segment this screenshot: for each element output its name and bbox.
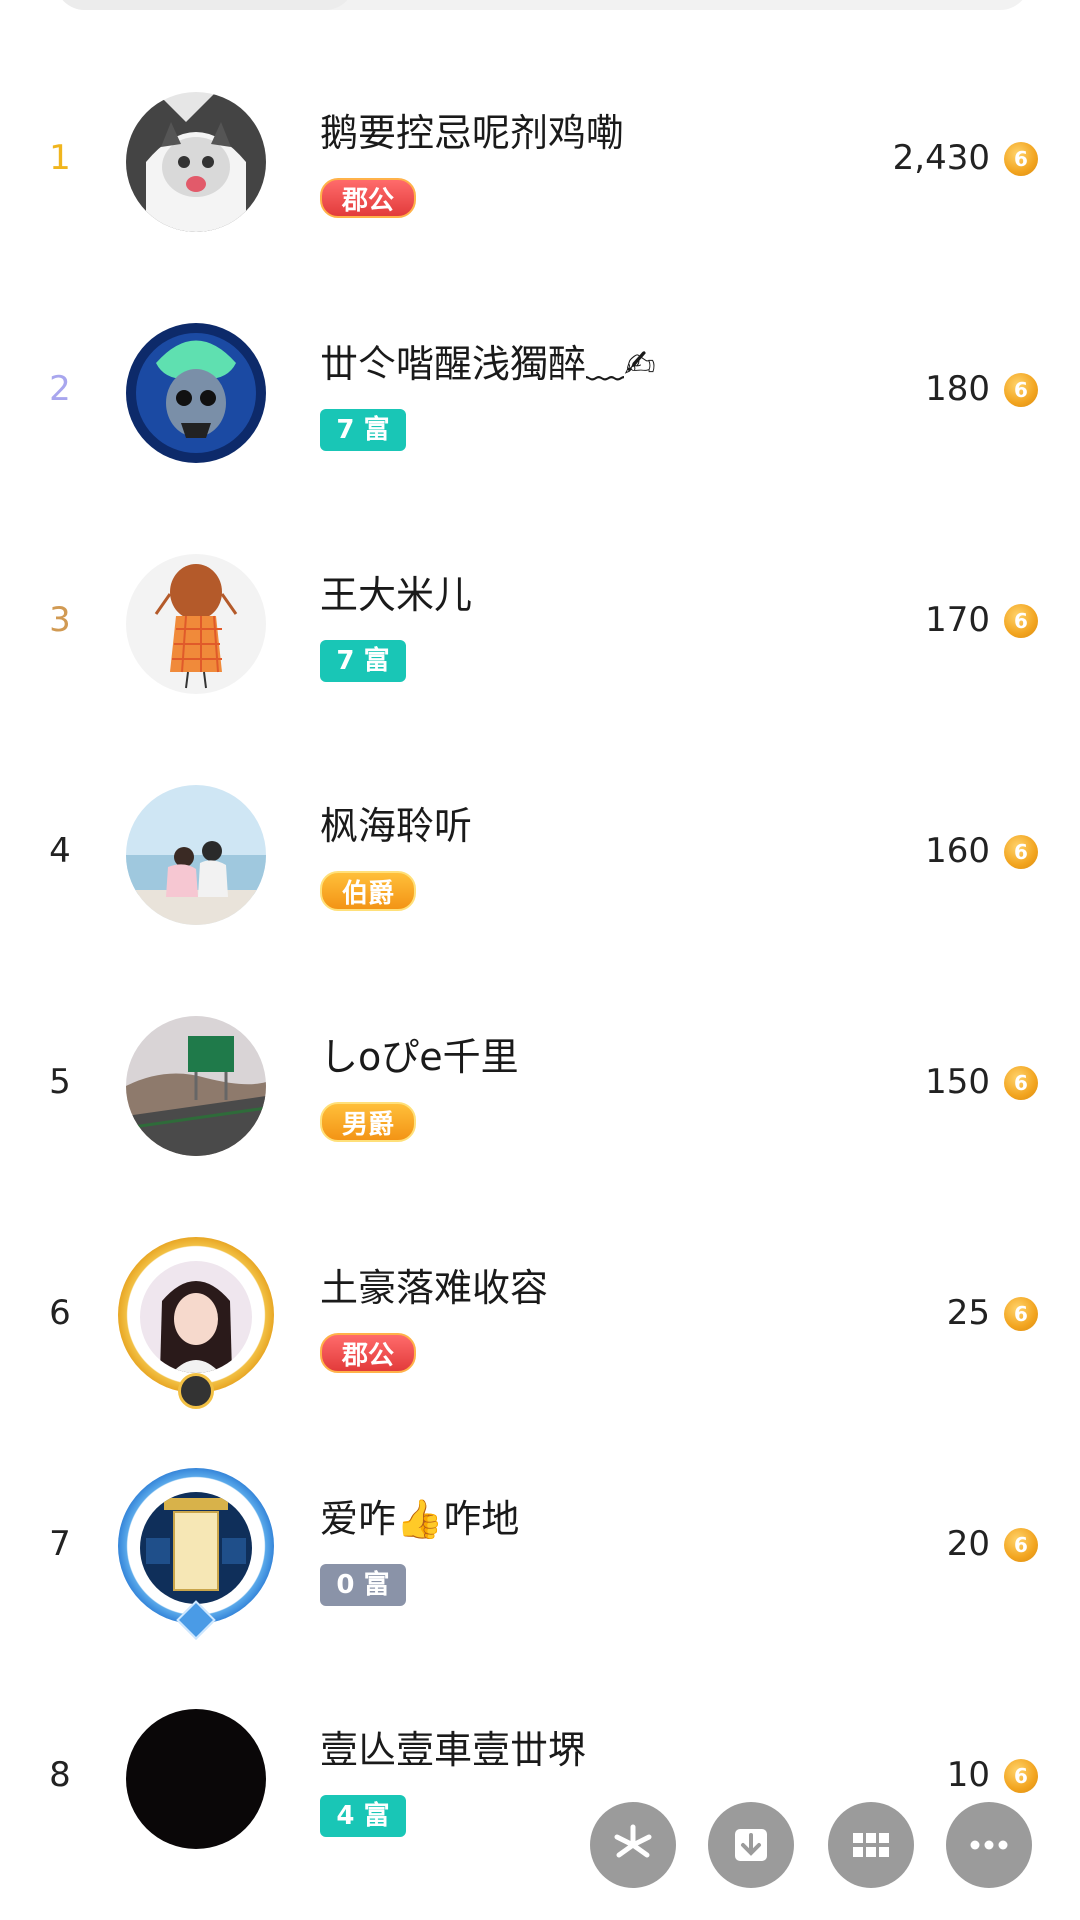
frame-emblem bbox=[178, 1373, 214, 1409]
coin-icon: 6 bbox=[1004, 1528, 1038, 1562]
avatar[interactable] bbox=[126, 323, 266, 463]
pinwheel-icon bbox=[614, 1824, 652, 1858]
wealth-badge: 4 富 bbox=[320, 1795, 406, 1837]
rank-number: 1 bbox=[49, 138, 71, 178]
noble-badge: 郡公 bbox=[320, 178, 417, 218]
coin-amount: 180 bbox=[925, 369, 990, 409]
wealth-badge: 7 富 bbox=[320, 409, 406, 451]
avatar[interactable] bbox=[140, 1492, 252, 1604]
leaderboard-row[interactable]: 1 鹅要控忌呢剂鸡嘞 郡公 2,430 6 bbox=[0, 48, 1080, 278]
noble-badge: 男爵 bbox=[320, 1102, 417, 1142]
top-tab-segment[interactable] bbox=[55, 0, 355, 10]
avatar[interactable] bbox=[126, 785, 266, 925]
top-tab-strip bbox=[55, 0, 1030, 10]
leaderboard-row[interactable]: 6 土豪落难收容 郡公 25 6 bbox=[0, 1203, 1080, 1433]
more-button[interactable] bbox=[946, 1802, 1032, 1888]
user-name: 土豪落难收容 bbox=[320, 1266, 549, 1310]
user-name: 枫海聆听 bbox=[320, 804, 473, 848]
rank-number: 7 bbox=[49, 1524, 71, 1564]
coin-amount: 20 bbox=[946, 1524, 990, 1564]
leaderboard-row[interactable]: 2 丗仒喈醒浅獨醉﹏✍ 7 富 180 6 bbox=[0, 279, 1080, 509]
coin-icon: 6 bbox=[1004, 835, 1038, 869]
leaderboard-row[interactable]: 8 壹亾壹車壹丗堺 4 富 10 6 bbox=[0, 1665, 1080, 1895]
avatar[interactable] bbox=[126, 554, 266, 694]
coin-icon: 6 bbox=[1004, 1759, 1038, 1793]
user-name: 爱咋👍咋地 bbox=[320, 1497, 520, 1541]
rank-number: 4 bbox=[49, 831, 71, 871]
leaderboard-row[interactable]: 5 しoぴe千里 男爵 150 6 bbox=[0, 972, 1080, 1202]
avatar[interactable] bbox=[126, 92, 266, 232]
wealth-badge: 7 富 bbox=[320, 640, 406, 682]
noble-badge: 郡公 bbox=[320, 1333, 417, 1373]
coin-amount: 25 bbox=[946, 1293, 990, 1333]
pinwheel-button[interactable] bbox=[590, 1802, 676, 1888]
rank-number: 3 bbox=[49, 600, 71, 640]
avatar[interactable] bbox=[126, 1709, 266, 1849]
leaderboard-row[interactable]: 4 枫海聆听 伯爵 160 6 bbox=[0, 741, 1080, 971]
user-name: しoぴe千里 bbox=[320, 1035, 519, 1079]
download-icon bbox=[735, 1829, 767, 1861]
coin-amount: 170 bbox=[925, 600, 990, 640]
grid-icon bbox=[853, 1833, 889, 1857]
more-icon bbox=[970, 1840, 1008, 1850]
user-name: 王大米儿 bbox=[320, 573, 473, 617]
coin-icon: 6 bbox=[1004, 373, 1038, 407]
avatar[interactable] bbox=[126, 1016, 266, 1156]
leaderboard-row[interactable]: 7 爱咋👍咋地 0 富 20 6 bbox=[0, 1434, 1080, 1664]
user-name: 壹亾壹車壹丗堺 bbox=[320, 1728, 587, 1772]
user-name: 鹅要控忌呢剂鸡嘞 bbox=[320, 111, 625, 155]
coin-amount: 10 bbox=[946, 1755, 990, 1795]
coin-amount: 2,430 bbox=[892, 138, 990, 178]
leaderboard-row[interactable]: 3 王大米儿 7 富 170 6 bbox=[0, 510, 1080, 740]
rank-number: 8 bbox=[49, 1755, 71, 1795]
user-name: 丗仒喈醒浅獨醉﹏✍ bbox=[320, 342, 656, 386]
rank-number: 6 bbox=[49, 1293, 71, 1333]
coin-icon: 6 bbox=[1004, 142, 1038, 176]
coin-amount: 160 bbox=[925, 831, 990, 871]
wealth-badge: 0 富 bbox=[320, 1564, 406, 1606]
download-button[interactable] bbox=[708, 1802, 794, 1888]
coin-icon: 6 bbox=[1004, 1297, 1038, 1331]
noble-badge: 伯爵 bbox=[320, 871, 417, 911]
rank-number: 5 bbox=[49, 1062, 71, 1102]
coin-amount: 150 bbox=[925, 1062, 990, 1102]
coin-icon: 6 bbox=[1004, 604, 1038, 638]
rank-number: 2 bbox=[49, 369, 71, 409]
grid-button[interactable] bbox=[828, 1802, 914, 1888]
avatar[interactable] bbox=[140, 1261, 252, 1373]
coin-icon: 6 bbox=[1004, 1066, 1038, 1100]
